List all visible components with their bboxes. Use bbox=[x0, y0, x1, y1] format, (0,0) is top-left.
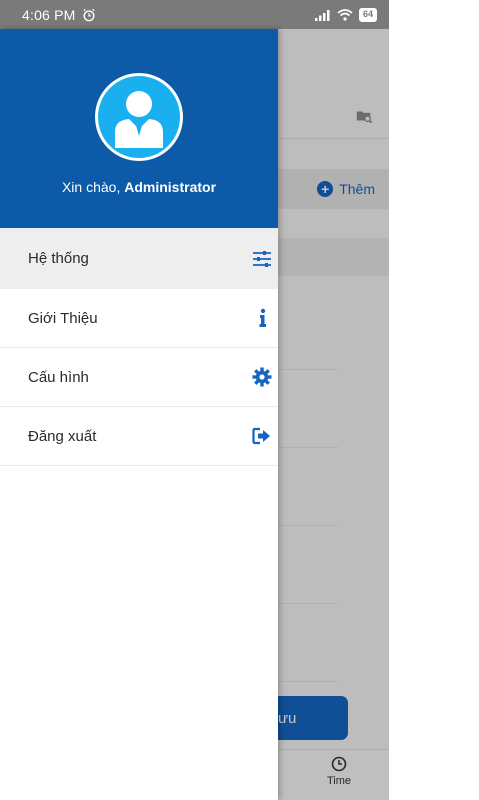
gear-icon bbox=[252, 367, 272, 387]
user-icon bbox=[115, 91, 163, 148]
wifi-icon bbox=[337, 8, 353, 21]
outside-area bbox=[389, 0, 479, 800]
menu-item-label: Giới Thiệu bbox=[28, 309, 98, 327]
avatar[interactable] bbox=[95, 73, 183, 161]
signal-icon bbox=[314, 9, 330, 21]
alarm-icon bbox=[82, 8, 95, 21]
menu-item-label: Đăng xuất bbox=[28, 427, 97, 445]
menu-item-label: Hệ thống bbox=[28, 250, 89, 267]
menu-item-logout[interactable]: Đăng xuất bbox=[0, 407, 278, 466]
status-bar: 4:06 PM 64 bbox=[0, 0, 389, 29]
greeting-text: Xin chào, Administrator bbox=[62, 179, 216, 195]
battery-indicator: 64 bbox=[358, 7, 377, 22]
menu-item-about[interactable]: Giới Thiệu bbox=[0, 289, 278, 348]
navigation-drawer: Xin chào, Administrator Hệ thống Giới Th… bbox=[0, 29, 278, 800]
menu-item-system[interactable]: Hệ thống bbox=[0, 228, 278, 289]
greeting-prefix: Xin chào, bbox=[61, 179, 125, 195]
user-name: Administrator bbox=[124, 179, 217, 195]
drawer-header: Xin chào, Administrator bbox=[0, 29, 278, 228]
status-time: 4:06 PM bbox=[22, 6, 76, 23]
info-icon bbox=[252, 308, 272, 328]
menu-item-label: Cấu hình bbox=[28, 368, 89, 386]
menu-item-settings[interactable]: Cấu hình bbox=[0, 348, 278, 407]
sliders-icon bbox=[252, 249, 272, 269]
logout-icon bbox=[252, 426, 272, 446]
